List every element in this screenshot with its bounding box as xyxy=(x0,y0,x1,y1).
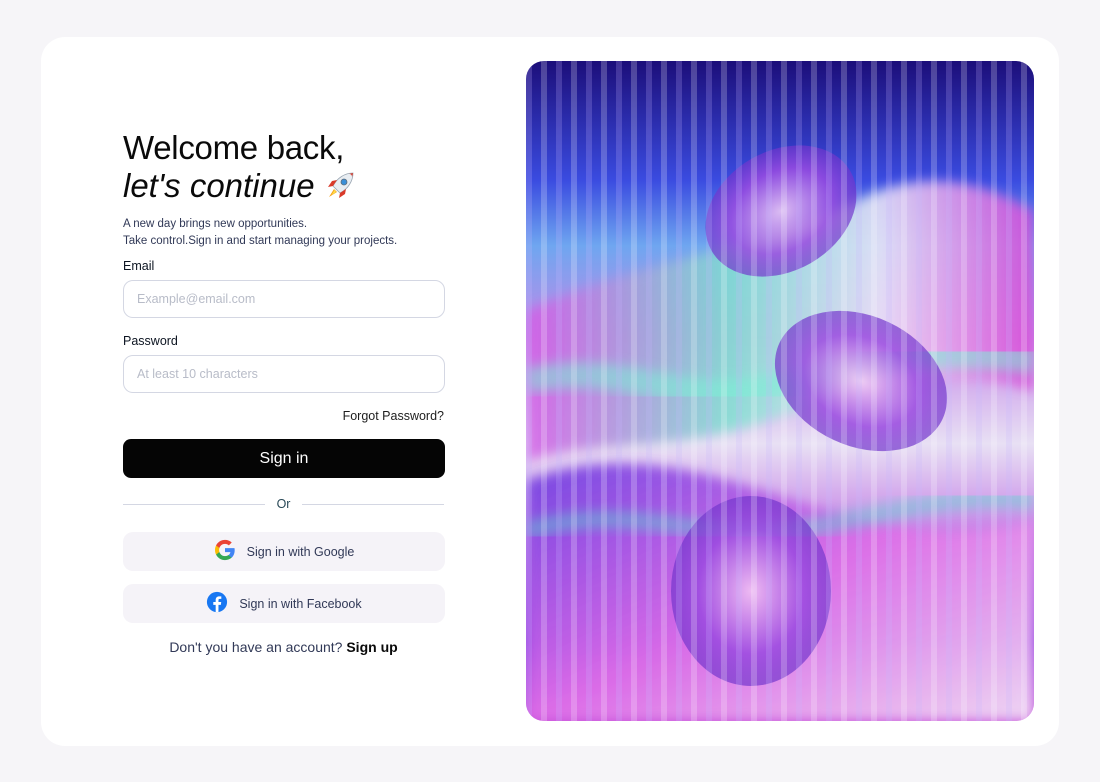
glass-stripe xyxy=(1006,61,1012,721)
glass-stripe xyxy=(721,61,727,721)
page-title-italic: let's continue xyxy=(123,167,444,205)
glass-stripe xyxy=(736,61,742,721)
glass-stripe xyxy=(886,61,892,721)
glass-stripe xyxy=(916,61,922,721)
page-title: Welcome back, xyxy=(123,129,345,166)
glass-stripe xyxy=(706,61,712,721)
glass-stripe xyxy=(541,61,547,721)
sign-in-button[interactable]: Sign in xyxy=(123,439,445,478)
glass-stripe xyxy=(901,61,907,721)
glass-stripe xyxy=(946,61,952,721)
glass-stripe xyxy=(631,61,637,721)
password-label: Password xyxy=(123,334,178,348)
glass-stripe xyxy=(556,61,562,721)
glass-stripe xyxy=(571,61,577,721)
login-form: Welcome back, let's continue A new day b… xyxy=(123,129,445,655)
signup-prompt-text: Don't you have an account? xyxy=(169,639,343,655)
glass-stripe xyxy=(601,61,607,721)
glass-stripe xyxy=(781,61,787,721)
subtitle-line-2: Take control.Sign in and start managing … xyxy=(123,235,398,247)
facebook-icon xyxy=(206,591,228,616)
glass-stripe xyxy=(526,61,532,721)
facebook-button-label: Sign in with Facebook xyxy=(239,596,362,611)
glass-stripe xyxy=(661,61,667,721)
email-label: Email xyxy=(123,259,155,273)
subtitle: A new day brings new opportunities. Take… xyxy=(123,216,444,250)
hero-artwork xyxy=(526,61,1034,721)
glass-stripe xyxy=(976,61,982,721)
glass-stripe xyxy=(931,61,937,721)
glass-stripe xyxy=(991,61,997,721)
glass-stripe xyxy=(796,61,802,721)
glass-stripe xyxy=(811,61,817,721)
subtitle-line-1: A new day brings new opportunities. xyxy=(123,218,308,230)
google-sign-in-button[interactable]: Sign in with Google xyxy=(123,532,445,571)
glass-stripe xyxy=(676,61,682,721)
holographic-faces-icon xyxy=(526,61,1034,721)
rocket-icon xyxy=(323,169,357,203)
facebook-sign-in-button[interactable]: Sign in with Facebook xyxy=(123,584,445,623)
glass-stripe xyxy=(1021,61,1027,721)
password-placeholder: At least 10 characters xyxy=(137,367,258,381)
sign-up-link[interactable]: Sign up xyxy=(346,639,397,655)
password-field[interactable]: At least 10 characters xyxy=(123,355,445,393)
glass-stripe xyxy=(856,61,862,721)
page-title-italic-text: let's continue xyxy=(123,167,315,204)
glass-stripe xyxy=(841,61,847,721)
glass-stripe xyxy=(751,61,757,721)
glass-stripe xyxy=(691,61,697,721)
google-icon xyxy=(214,539,236,564)
glass-stripe xyxy=(766,61,772,721)
email-field[interactable]: Example@email.com xyxy=(123,280,445,318)
glass-stripe xyxy=(961,61,967,721)
glass-stripe xyxy=(871,61,877,721)
divider-line-right xyxy=(302,503,445,505)
divider-line-left xyxy=(123,503,265,505)
login-card: Welcome back, let's continue A new day b… xyxy=(41,37,1059,746)
or-divider: Or xyxy=(123,497,445,511)
signup-prompt: Don't you have an account? Sign up xyxy=(123,639,444,655)
google-button-label: Sign in with Google xyxy=(246,544,355,559)
email-placeholder: Example@email.com xyxy=(137,292,256,306)
glass-stripe xyxy=(826,61,832,721)
forgot-password-link[interactable]: Forgot Password? xyxy=(123,409,444,423)
glass-stripe xyxy=(586,61,592,721)
glass-stripe xyxy=(616,61,622,721)
glass-stripe xyxy=(646,61,652,721)
divider-text: Or xyxy=(276,497,291,511)
